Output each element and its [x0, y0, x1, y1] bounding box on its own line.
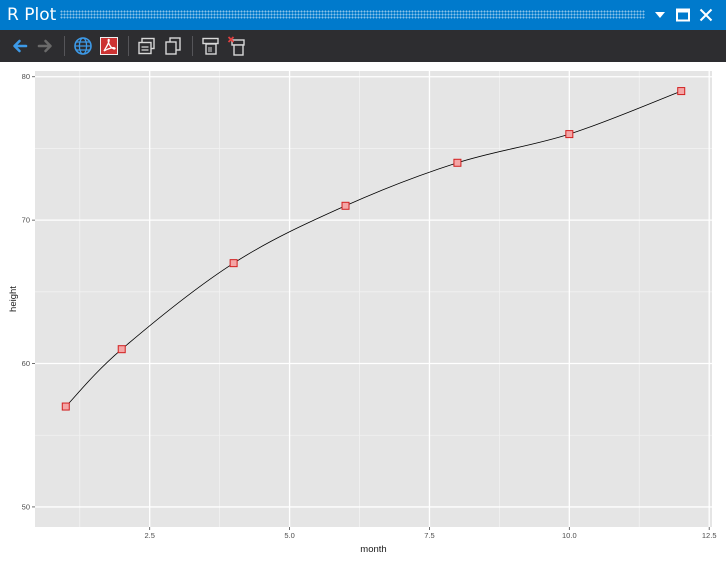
back-arrow-icon[interactable]: [9, 35, 31, 57]
data-point-marker: [565, 130, 574, 139]
plot-area: 2.5 5.0 7.5 10.0 12.5 50 60 70 80 month height: [0, 62, 726, 566]
title-bar: R Plot: [0, 0, 726, 30]
export-plot-icon[interactable]: [200, 35, 222, 57]
pdf-icon[interactable]: [98, 35, 120, 57]
x-tick-label: 10.0: [562, 531, 577, 540]
x-tick-label: 7.5: [424, 531, 434, 540]
x-tick-label: 5.0: [284, 531, 294, 540]
copy-bitmap-icon[interactable]: [136, 35, 158, 57]
data-point-marker: [677, 87, 686, 96]
line-chart: 2.5 5.0 7.5 10.0 12.5 50 60 70 80 month height: [8, 71, 717, 555]
data-point-marker: [229, 259, 238, 268]
x-tick-label: 2.5: [144, 531, 154, 540]
dropdown-icon[interactable]: [652, 7, 668, 23]
remove-plot-icon[interactable]: [226, 35, 248, 57]
data-point-marker: [117, 345, 126, 354]
y-axis-label: height: [8, 286, 19, 312]
toolbar-separator: [64, 36, 65, 56]
y-tick-label: 60: [22, 359, 30, 368]
data-point-marker: [453, 158, 462, 167]
y-tick-label: 50: [22, 502, 30, 511]
y-tick-label: 80: [22, 72, 30, 81]
toolbar-separator: [192, 36, 193, 56]
data-point-marker: [61, 402, 70, 411]
close-icon[interactable]: [698, 7, 714, 23]
data-point-marker: [341, 201, 350, 210]
x-tick-label: 12.5: [702, 531, 717, 540]
maximize-icon[interactable]: [675, 7, 691, 23]
title-bar-grip[interactable]: [60, 10, 645, 19]
forward-arrow-icon[interactable]: [34, 35, 56, 57]
toolbar-separator: [128, 36, 129, 56]
plot-panel: [35, 71, 712, 527]
x-axis-label: month: [360, 544, 386, 555]
y-tick-label: 70: [22, 216, 30, 225]
globe-icon[interactable]: [72, 35, 94, 57]
copy-metafile-icon[interactable]: [162, 35, 184, 57]
toolbar: [0, 30, 726, 62]
window-title: R Plot: [7, 5, 57, 25]
